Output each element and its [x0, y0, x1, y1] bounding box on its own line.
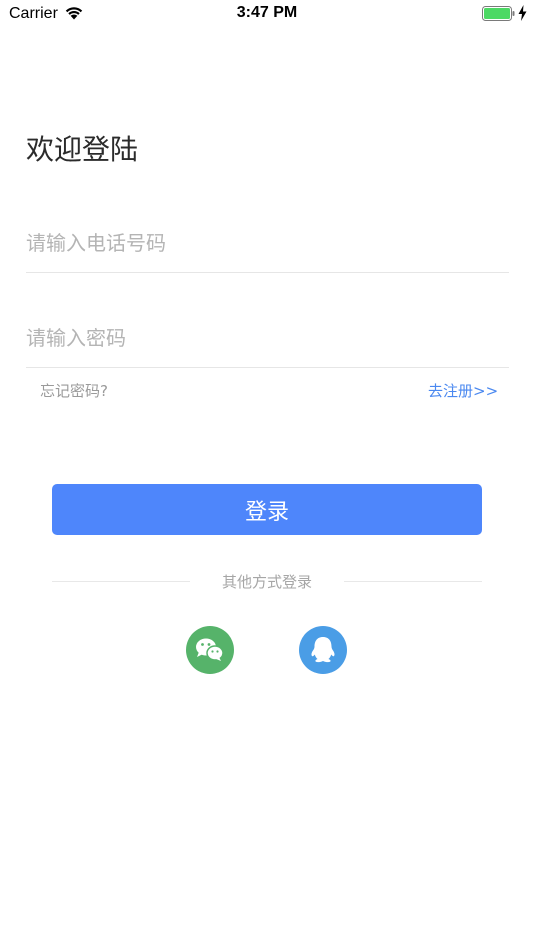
clock: 3:47 PM: [236, 4, 298, 21]
register-link[interactable]: 去注册>>: [428, 380, 498, 401]
password-field-container: [26, 308, 509, 368]
divider-right: [344, 581, 482, 582]
login-button[interactable]: 登录: [52, 484, 482, 535]
wechat-login-button[interactable]: [186, 626, 234, 674]
qq-login-button[interactable]: [299, 626, 347, 674]
password-input[interactable]: [26, 308, 509, 367]
forgot-password-link[interactable]: 忘记密码?: [40, 380, 108, 401]
battery-icon: [482, 6, 515, 21]
status-bar: Carrier 3:47 PM: [0, 0, 534, 28]
phone-field-container: [26, 213, 509, 273]
page-title: 欢迎登陆: [26, 133, 139, 166]
wechat-icon: [196, 638, 224, 661]
qq-icon: [311, 637, 335, 663]
phone-input[interactable]: [26, 213, 509, 272]
charging-bolt-icon: [518, 5, 527, 21]
